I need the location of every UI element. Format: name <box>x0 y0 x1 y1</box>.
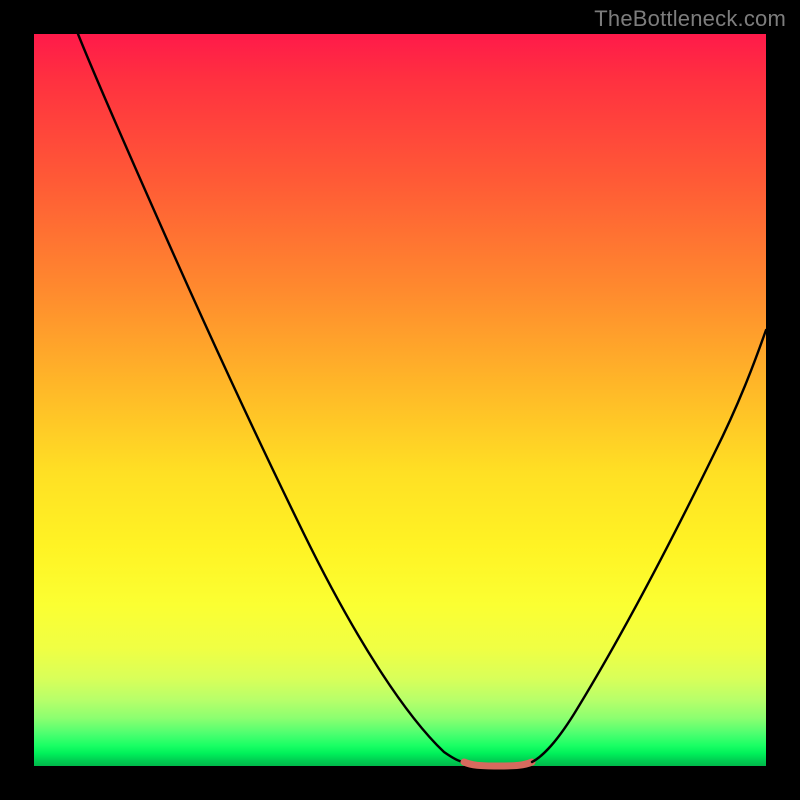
plot-area <box>34 34 766 766</box>
flat-curve-path <box>464 762 532 766</box>
left-curve-path <box>78 34 464 762</box>
right-curve-path <box>532 330 766 762</box>
chart-frame: TheBottleneck.com <box>0 0 800 800</box>
attribution-text: TheBottleneck.com <box>594 6 786 32</box>
curve-layer <box>34 34 766 766</box>
